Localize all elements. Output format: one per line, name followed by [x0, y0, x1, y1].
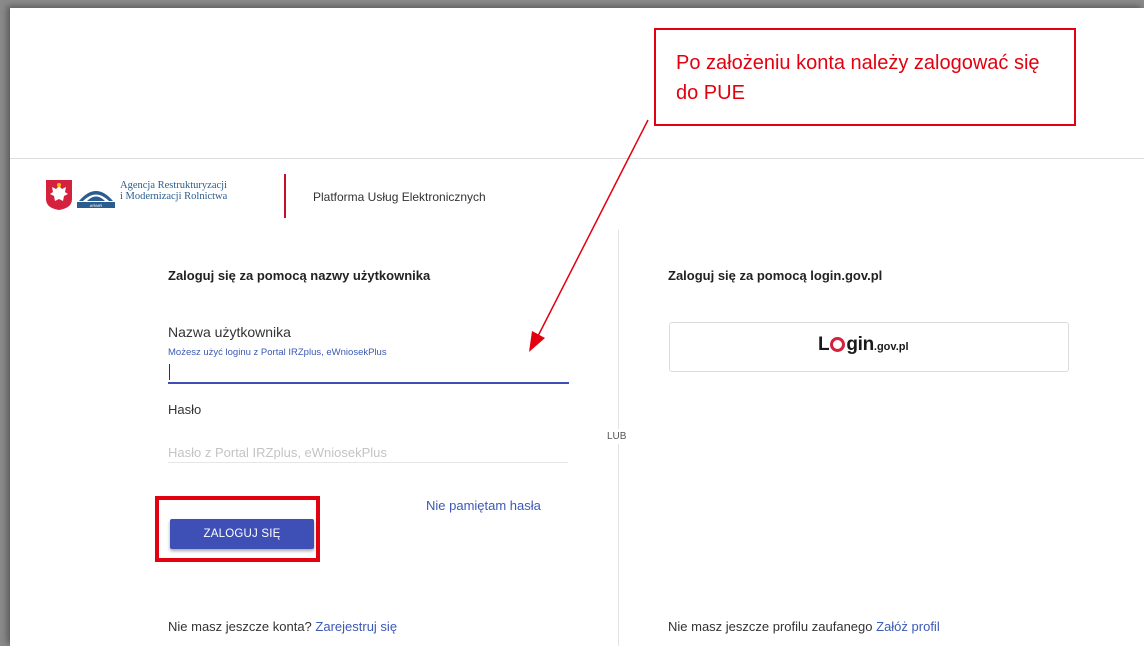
annotation-callout: Po założeniu konta należy zalogować się … — [654, 28, 1076, 126]
callout-text: Po założeniu konta należy zalogować się … — [676, 52, 1040, 104]
browser-page: ARiMR Agencja Restrukturyzacji i Moderni… — [10, 8, 1144, 646]
